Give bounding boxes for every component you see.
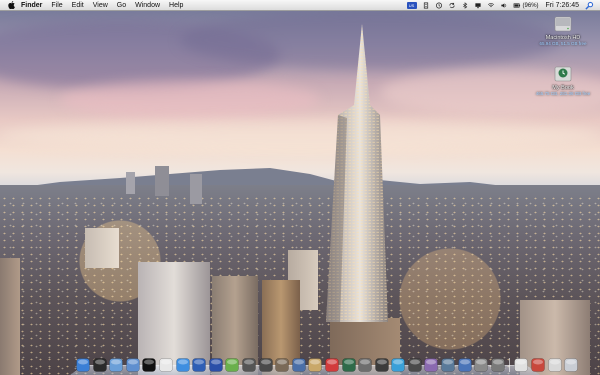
menu-go[interactable]: Go <box>117 0 126 11</box>
safari-icon <box>175 358 190 372</box>
notes-icon <box>308 358 323 372</box>
dock-item-adium[interactable] <box>225 358 240 372</box>
menu-app-finder[interactable]: Finder <box>21 0 42 11</box>
calendar-icon <box>325 358 339 372</box>
trash-icon <box>564 358 578 372</box>
dock-separator <box>509 358 511 372</box>
volume-icon[interactable] <box>500 2 508 9</box>
dock-item-trash[interactable] <box>564 358 578 372</box>
book-icon <box>408 358 422 372</box>
menu-edit[interactable]: Edit <box>72 0 84 11</box>
dock-item-network[interactable] <box>192 358 206 372</box>
dock-item-photos[interactable] <box>275 358 289 372</box>
preview-icon <box>126 358 140 372</box>
dock-item-system-preferences[interactable] <box>491 358 505 372</box>
gear-icon <box>491 358 505 372</box>
dock-items <box>76 358 581 372</box>
menu-help[interactable]: Help <box>169 0 183 11</box>
x11-icon <box>159 358 173 372</box>
terminal-icon <box>142 358 157 372</box>
music-icon <box>391 358 406 372</box>
desktop-icon-macintosh-hd[interactable]: Macintosh HD 65.94 GB, 51.5 GB free <box>531 14 595 46</box>
wifi-icon[interactable] <box>487 2 495 9</box>
desktop-wallpaper <box>0 0 600 375</box>
dock-item-itunes[interactable] <box>391 358 406 372</box>
finder-icon <box>76 358 90 372</box>
desktop-icon-info: 65.94 GB, 51.5 GB free <box>539 41 587 46</box>
battery-icon[interactable] <box>513 2 521 9</box>
scripts-icon[interactable] <box>422 2 430 9</box>
documents-stack-icon <box>514 358 529 372</box>
dashboard-icon <box>92 358 107 372</box>
dock-item-activity-monitor[interactable] <box>374 358 389 372</box>
globe-icon <box>209 358 223 372</box>
dock-item-tools[interactable] <box>441 358 455 372</box>
dock-item-spaces[interactable] <box>291 358 306 372</box>
dock-item-pdf[interactable] <box>531 358 545 372</box>
dock-item-preview[interactable] <box>126 358 140 372</box>
dock-item-filemerge[interactable] <box>474 358 488 372</box>
spaces-icon <box>291 358 306 372</box>
dock-item-network-utility[interactable] <box>358 358 372 372</box>
menu-bar: Finder File Edit View Go Window Help US <box>0 0 600 11</box>
dock-item-terminal[interactable] <box>142 358 157 372</box>
mail-icon <box>109 358 123 372</box>
dock-item-documents[interactable] <box>514 358 529 372</box>
dock-item-ical[interactable] <box>325 358 339 372</box>
dock-item-dictionary[interactable] <box>408 358 422 372</box>
monitor-icon <box>374 358 389 372</box>
menu-extras: US (96%) Fri 7:26:45 <box>402 0 594 11</box>
bluetooth-icon[interactable] <box>461 2 469 9</box>
network-utility-icon <box>358 358 372 372</box>
desktop-icon-info: 465.75 GB, 281.36 GB free <box>535 91 591 96</box>
apple-menu-icon[interactable] <box>7 1 15 10</box>
sync-icon[interactable] <box>448 2 456 9</box>
dock-item-script-editor[interactable] <box>424 358 439 372</box>
network-icon <box>192 358 206 372</box>
dock-item-grapher[interactable] <box>258 358 273 372</box>
photos-icon <box>275 358 289 372</box>
duck-icon <box>225 358 240 372</box>
tools-icon <box>441 358 455 372</box>
menu-window[interactable]: Window <box>135 0 160 11</box>
input-source-flag-icon[interactable]: US <box>406 2 417 9</box>
hard-drive-icon <box>554 16 572 32</box>
menu-view[interactable]: View <box>93 0 108 11</box>
clock-icon <box>341 358 356 372</box>
dock-item-x11[interactable] <box>159 358 173 372</box>
pdf-stack-icon <box>531 358 545 372</box>
display-icon[interactable] <box>474 2 482 9</box>
grid-icon <box>258 358 273 372</box>
dock <box>70 350 578 375</box>
transamerica-pyramid <box>326 24 388 322</box>
dock-item-calculator[interactable] <box>242 358 256 372</box>
battery-percentage: (96%) <box>522 2 539 9</box>
menu-file[interactable]: File <box>51 0 62 11</box>
dock-item-mail[interactable] <box>109 358 123 372</box>
dock-item-finder[interactable] <box>76 358 90 372</box>
hammer-icon <box>457 358 472 372</box>
time-machine-icon[interactable] <box>435 2 443 9</box>
dock-item-dashboard[interactable] <box>92 358 107 372</box>
dock-item-time-machine[interactable] <box>341 358 356 372</box>
dock-item-safari[interactable] <box>175 358 190 372</box>
script-icon <box>424 358 439 372</box>
dock-item-firefox[interactable] <box>209 358 223 372</box>
calculator-icon <box>242 358 256 372</box>
dock-item-xcode[interactable] <box>457 358 472 372</box>
desktop-icon-my-book[interactable]: My Book 465.75 GB, 281.36 GB free <box>531 64 595 96</box>
menu-clock[interactable]: Fri 7:26:45 <box>546 2 579 9</box>
spotlight-search-icon[interactable] <box>584 1 594 11</box>
time-machine-drive-icon <box>554 66 572 82</box>
merge-icon <box>474 358 488 372</box>
downloads-stack-icon <box>547 358 562 372</box>
dock-item-notes[interactable] <box>308 358 323 372</box>
dock-item-downloads[interactable] <box>547 358 562 372</box>
